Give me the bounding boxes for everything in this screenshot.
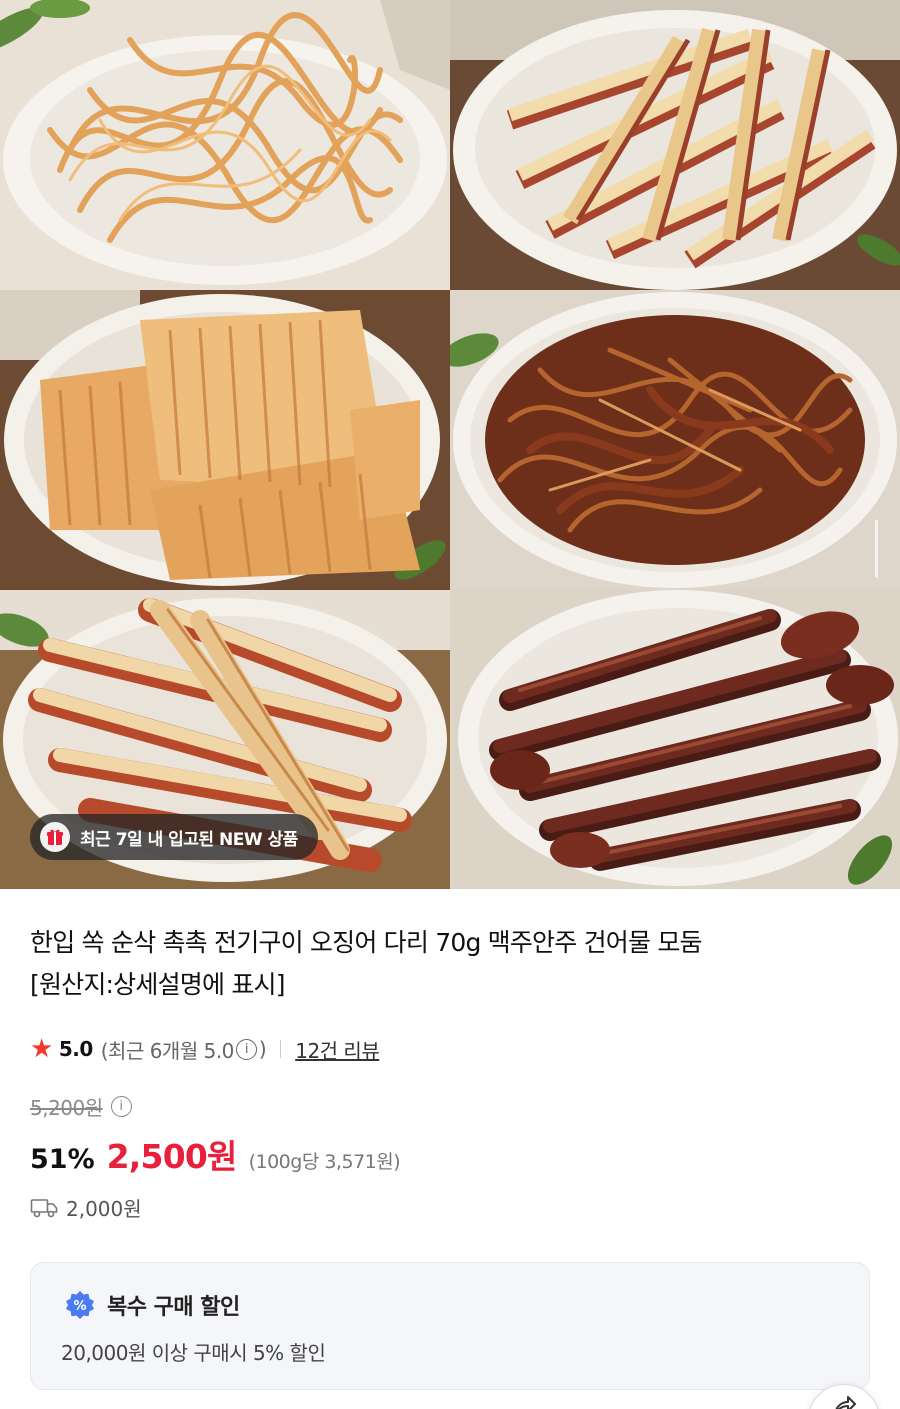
percent-badge-icon: %	[66, 1291, 94, 1319]
price-info-icon[interactable]: i	[110, 1096, 132, 1117]
shipping-row: 2,000원	[30, 1193, 142, 1222]
share-icon	[835, 1396, 856, 1409]
photo-grilled-squid-sheets	[0, 290, 450, 590]
multi-buy-description: 20,000원 이상 구매시 5% 할인	[61, 1341, 326, 1365]
review-count-link[interactable]: 12건 리뷰	[295, 1035, 380, 1064]
photo-dried-squid-legs	[450, 590, 900, 889]
original-price-row: 5,200원 i	[30, 1092, 134, 1121]
star-icon: ★	[30, 1034, 53, 1064]
photo-seasoned-squid-strips	[450, 290, 900, 590]
gift-icon	[40, 822, 70, 852]
original-price: 5,200원	[30, 1096, 103, 1120]
shipping-fee: 2,000원	[66, 1197, 142, 1221]
recent-rating-close: )	[258, 1037, 267, 1061]
gallery-scroll-indicator	[875, 520, 878, 578]
sale-price: 2,500원	[106, 1137, 238, 1176]
unit-price: (100g당 3,571원)	[248, 1151, 401, 1173]
multi-buy-header: % 복수 구매 할인	[65, 1289, 240, 1321]
svg-text:%: %	[73, 1299, 86, 1314]
photo-squid-sticks	[450, 0, 900, 290]
product-image-gallery[interactable]	[0, 0, 900, 889]
discount-rate: 51%	[30, 1144, 95, 1175]
new-arrival-badge: 최근 7일 내 입고된 NEW 상품	[30, 814, 318, 860]
product-title: 한입 쏙 순삭 촉촉 전기구이 오징어 다리 70g 맥주안주 건어물 모둠 […	[30, 922, 870, 1006]
info-icon[interactable]: i	[235, 1038, 257, 1060]
delivery-truck-icon	[30, 1198, 58, 1217]
product-title-line1: 한입 쏙 순삭 촉촉 전기구이 오징어 다리 70g 맥주안주 건어물 모둠	[30, 928, 703, 957]
recent-rating: (최근 6개월 5.0 i )	[100, 1035, 267, 1064]
rating-row: ★ 5.0 (최근 6개월 5.0 i ) 12건 리뷰	[30, 1034, 380, 1064]
product-title-line2: [원산지:상세설명에 표시]	[30, 970, 285, 999]
divider	[280, 1040, 282, 1058]
rating-score: 5.0	[58, 1037, 93, 1061]
new-arrival-label: 최근 7일 내 입고된 NEW 상품	[80, 829, 298, 850]
multi-buy-title: 복수 구매 할인	[107, 1295, 240, 1320]
multi-buy-discount-box[interactable]: % 복수 구매 할인 20,000원 이상 구매시 5% 할인	[30, 1262, 870, 1390]
sale-price-row: 51% 2,500원 (100g당 3,571원)	[30, 1130, 401, 1178]
recent-rating-text: (최근 6개월 5.0	[100, 1038, 235, 1063]
photo-shredded-squid	[0, 0, 450, 290]
